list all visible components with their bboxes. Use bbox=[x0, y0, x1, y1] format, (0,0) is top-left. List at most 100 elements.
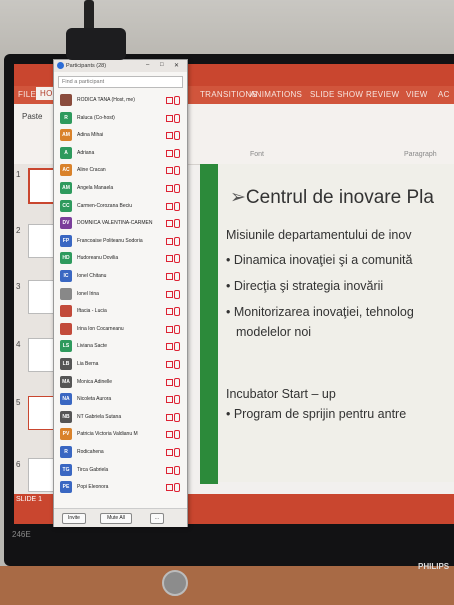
participant-row[interactable]: R Raluca (Co-host) bbox=[60, 110, 184, 127]
tab-slide-show[interactable]: SLIDE SHOW bbox=[310, 90, 363, 99]
tab-transitions[interactable]: TRANSITIONS bbox=[200, 90, 257, 99]
slide-thumbnail[interactable] bbox=[28, 458, 54, 492]
mic-muted-icon bbox=[174, 201, 180, 211]
participants-panel: Participants (28) – □ ✕ Find a participa… bbox=[53, 59, 188, 527]
avatar: NB bbox=[60, 410, 72, 423]
participant-name: DOMNICA VALENTINA-CARMEN bbox=[77, 220, 153, 227]
participant-row[interactable]: TG Tirca Gabriela bbox=[60, 462, 184, 479]
participant-row[interactable]: PV Patricia Victoria Valdianu M bbox=[60, 426, 184, 443]
slide-thumbnail[interactable] bbox=[28, 338, 54, 372]
participant-row[interactable]: AC Aline Cracan bbox=[60, 162, 184, 179]
video-off-icon bbox=[166, 308, 173, 316]
participant-row[interactable]: HD Hudoreanu Dovilia bbox=[60, 250, 184, 267]
tab-animations[interactable]: ANIMATIONS bbox=[250, 90, 302, 99]
participant-name: Irina Ion Cocarneanu bbox=[77, 325, 124, 332]
video-off-icon bbox=[166, 325, 173, 333]
close-icon[interactable]: ✕ bbox=[174, 62, 179, 69]
slide-thumbnail[interactable] bbox=[28, 224, 54, 258]
participant-row[interactable]: RODICA TANA (Host, me) bbox=[60, 92, 184, 109]
video-off-icon bbox=[166, 220, 173, 228]
participant-row[interactable]: Iftacia - Lucia bbox=[60, 303, 184, 320]
mic-muted-icon bbox=[174, 377, 180, 387]
mic-muted-icon bbox=[174, 166, 180, 176]
slide-canvas[interactable]: ➢Centrul de inovare Pla Misiunile depart… bbox=[200, 164, 454, 484]
thumb-number: 3 bbox=[16, 282, 21, 291]
tab-file[interactable]: FILE bbox=[18, 90, 36, 99]
participant-search-input[interactable]: Find a participant bbox=[58, 76, 183, 88]
avatar: HD bbox=[60, 252, 72, 265]
participant-name: Ionel Chitanu bbox=[77, 273, 107, 279]
mic-muted-icon bbox=[174, 430, 180, 440]
participant-row[interactable]: LB Lia Berna bbox=[60, 356, 184, 373]
mic-muted-icon bbox=[174, 113, 180, 123]
slide-section-heading: Incubator Start – up bbox=[226, 387, 336, 401]
participant-name: Adriana bbox=[77, 149, 95, 156]
participant-row[interactable]: NB NT Gabriela Sutana bbox=[60, 409, 184, 426]
participant-row[interactable]: Irina Ion Cocarneanu bbox=[60, 321, 184, 338]
more-button[interactable]: ... bbox=[150, 513, 164, 524]
mute-all-button[interactable]: Mute All bbox=[100, 513, 132, 524]
maximize-icon[interactable]: □ bbox=[160, 62, 164, 68]
participant-row[interactable]: DV DOMNICA VALENTINA-CARMEN bbox=[60, 215, 184, 232]
participant-name: Ionel Irina bbox=[77, 290, 99, 297]
minimize-icon[interactable]: – bbox=[146, 62, 149, 68]
participant-row[interactable]: AM Adina Mihai bbox=[60, 127, 184, 144]
participant-row[interactable]: AM Angela Manaela bbox=[60, 180, 184, 197]
webcam bbox=[66, 28, 126, 60]
mic-muted-icon bbox=[174, 307, 180, 317]
avatar: R bbox=[60, 111, 72, 124]
avatar: PE bbox=[60, 481, 72, 494]
tab-review[interactable]: REVIEW bbox=[366, 90, 399, 99]
avatar: A bbox=[60, 146, 72, 159]
mic-muted-icon bbox=[174, 465, 180, 475]
thumb-number: 2 bbox=[16, 226, 21, 235]
invite-button[interactable]: Invite bbox=[62, 513, 86, 524]
video-off-icon bbox=[166, 202, 173, 210]
avatar: TG bbox=[60, 463, 72, 476]
participant-row[interactable]: PE Popi Eleonora bbox=[60, 479, 184, 496]
tab-view[interactable]: VIEW bbox=[406, 90, 428, 99]
participant-name: Liviana Sacte bbox=[77, 343, 108, 350]
mic-muted-icon bbox=[174, 236, 180, 246]
monitor-brand-label: PHILIPS bbox=[418, 562, 450, 571]
video-off-icon bbox=[166, 273, 173, 280]
font-group-label: Font bbox=[250, 151, 265, 158]
mic-muted-icon bbox=[174, 272, 180, 281]
participant-row[interactable]: LS Liviana Sacte bbox=[60, 338, 184, 355]
slide-thumbnail[interactable] bbox=[28, 168, 56, 204]
slide-thumbnail[interactable] bbox=[28, 396, 54, 430]
video-off-icon bbox=[166, 361, 173, 368]
participant-name: Popi Eleonora bbox=[77, 484, 109, 491]
tab-ac[interactable]: AC bbox=[438, 90, 450, 99]
paste-button[interactable]: Paste bbox=[22, 112, 42, 121]
participant-row[interactable]: Ionel Irina bbox=[60, 286, 184, 303]
participant-name: Monica Adinelle bbox=[77, 378, 113, 385]
avatar: LB bbox=[60, 358, 72, 370]
avatar bbox=[60, 322, 72, 335]
participant-row[interactable]: A Adriana bbox=[60, 145, 184, 162]
mic-muted-icon bbox=[174, 324, 180, 334]
participant-row[interactable]: IC Ionel Chitanu bbox=[60, 268, 184, 285]
video-off-icon bbox=[166, 484, 173, 492]
participant-row[interactable]: R Rodicahena bbox=[60, 444, 184, 461]
participant-name: NT Gabriela Sutana bbox=[77, 413, 122, 420]
participant-row[interactable]: NA Nicoleta Aurora bbox=[60, 391, 184, 408]
monitor-model-label: 246E bbox=[12, 530, 31, 539]
search-placeholder: Find a participant bbox=[62, 79, 105, 85]
video-off-icon bbox=[166, 255, 173, 263]
slide-thumbnail[interactable] bbox=[28, 280, 54, 314]
slide-thumbnails: 1 2 3 4 5 6 bbox=[14, 164, 57, 524]
slide-indicator: SLIDE 1 bbox=[16, 496, 43, 503]
coin bbox=[162, 570, 188, 596]
slide-green-bar bbox=[200, 164, 218, 484]
participant-row[interactable]: MA Monica Adinelle bbox=[60, 374, 184, 391]
video-off-icon bbox=[166, 413, 173, 421]
participant-name: Hudoreanu Dovilia bbox=[77, 255, 119, 262]
participant-name: Iftacia - Lucia bbox=[77, 308, 107, 315]
participant-row[interactable]: FP Francoaise Politeanu Sodoria bbox=[60, 233, 184, 250]
video-off-icon bbox=[166, 466, 173, 474]
mic-muted-icon bbox=[174, 184, 180, 193]
video-off-icon bbox=[166, 396, 173, 404]
video-off-icon bbox=[166, 149, 173, 157]
participant-row[interactable]: CC Carmen-Corozana Beciu bbox=[60, 198, 184, 215]
